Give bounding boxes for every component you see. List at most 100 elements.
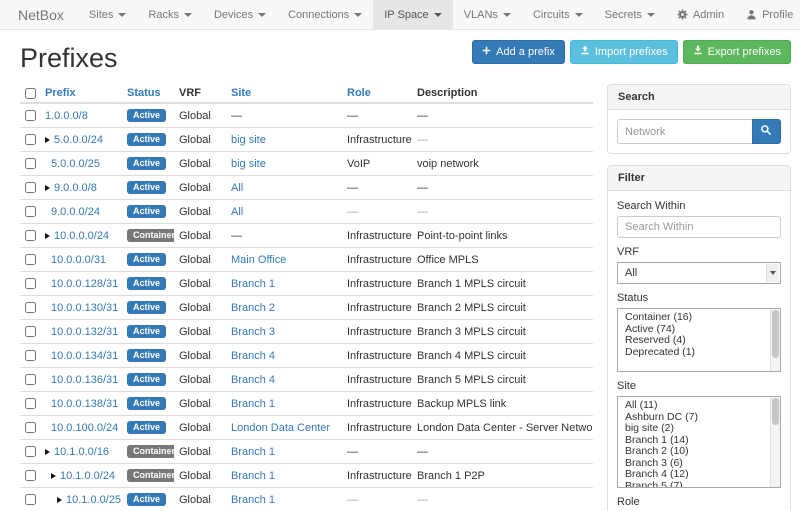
nav-sites[interactable]: Sites (78, 0, 137, 29)
row-select-cell (20, 296, 40, 320)
site-link[interactable]: Branch 1 (231, 494, 275, 506)
column-header-prefix[interactable]: Prefix (45, 87, 76, 99)
scrollbar[interactable] (770, 397, 780, 487)
status-filter-list[interactable]: Container (16)Active (74)Reserved (4)Dep… (617, 308, 781, 372)
search-input[interactable] (617, 119, 752, 144)
row-checkbox[interactable] (25, 422, 36, 433)
row-checkbox[interactable] (25, 350, 36, 361)
filter-option[interactable]: Branch 5 (7) (625, 481, 767, 489)
site-link[interactable]: Branch 2 (231, 302, 275, 314)
nav-secrets[interactable]: Secrets (594, 0, 666, 29)
site-filter-list[interactable]: All (11)Ashburn DC (7)big site (2)Branch… (617, 396, 781, 488)
prefix-link[interactable]: 5.0.0.0/25 (51, 158, 100, 170)
filter-option[interactable]: All (11) (625, 400, 767, 412)
site-link[interactable]: Branch 1 (231, 446, 275, 458)
row-checkbox[interactable] (25, 326, 36, 337)
search-within-input[interactable] (617, 216, 781, 238)
row-select-cell (20, 103, 40, 128)
search-panel: Search (607, 84, 791, 154)
filter-option[interactable]: Branch 2 (10) (625, 446, 767, 458)
row-checkbox[interactable] (25, 398, 36, 409)
site-link[interactable]: big site (231, 158, 266, 170)
prefix-link[interactable]: 5.0.0.0/24 (54, 134, 103, 146)
filter-option[interactable]: Deprecated (1) (625, 347, 767, 359)
nav-circuits[interactable]: Circuits (522, 0, 594, 29)
prefix-link[interactable]: 10.0.0.128/31 (51, 278, 118, 290)
vrf-select[interactable]: All (617, 262, 781, 284)
column-header-site[interactable]: Site (231, 87, 251, 99)
filter-option[interactable]: Ashburn DC (7) (625, 412, 767, 424)
prefix-link[interactable]: 10.1.0.0/24 (60, 470, 115, 482)
import-prefixes-button[interactable]: Import prefixes (570, 40, 678, 64)
select-all-checkbox[interactable] (25, 88, 36, 99)
prefix-link[interactable]: 10.0.0.0/24 (54, 230, 109, 242)
row-checkbox[interactable] (25, 374, 36, 385)
row-checkbox[interactable] (25, 158, 36, 169)
row-checkbox[interactable] (25, 110, 36, 121)
site-link[interactable]: Main Office (231, 254, 286, 266)
site-cell: Branch 3 (226, 320, 342, 344)
filter-option[interactable]: big site (2) (625, 423, 767, 435)
site-link[interactable]: big site (231, 134, 266, 146)
export-prefixes-button[interactable]: Export prefixes (683, 40, 791, 64)
site-link[interactable]: Branch 1 (231, 398, 275, 410)
search-button[interactable] (752, 119, 781, 144)
prefix-link[interactable]: 10.0.0.138/31 (51, 398, 118, 410)
row-checkbox[interactable] (25, 254, 36, 265)
nav-ip-space[interactable]: IP Space (373, 0, 452, 29)
row-checkbox[interactable] (25, 278, 36, 289)
filter-option[interactable]: Branch 4 (12) (625, 469, 767, 481)
filter-option[interactable]: Branch 1 (14) (625, 435, 767, 447)
filter-option[interactable]: Reserved (4) (625, 335, 767, 347)
column-header-role[interactable]: Role (347, 87, 371, 99)
vrf-label: VRF (617, 246, 781, 258)
site-link[interactable]: Branch 1 (231, 470, 275, 482)
prefix-link[interactable]: 9.0.0.0/8 (54, 182, 97, 194)
row-checkbox[interactable] (25, 182, 36, 193)
column-header-status[interactable]: Status (127, 87, 161, 99)
role-cell: Infrastructure (342, 296, 412, 320)
prefix-link[interactable]: 10.0.100.0/24 (51, 422, 118, 434)
prefix-link[interactable]: 10.0.0.0/31 (51, 254, 106, 266)
row-checkbox[interactable] (25, 230, 36, 241)
site-link[interactable]: London Data Center (231, 422, 330, 434)
brand-logo[interactable]: NetBox (10, 0, 78, 29)
chevron-down-icon (770, 271, 776, 275)
row-checkbox[interactable] (25, 470, 36, 481)
row-checkbox[interactable] (25, 302, 36, 313)
nav-admin[interactable]: Admin (666, 0, 735, 29)
nav-racks[interactable]: Racks (137, 0, 203, 29)
empty-dash: — (417, 446, 428, 458)
filter-option[interactable]: Container (16) (625, 312, 767, 324)
prefix-link[interactable]: 10.0.0.136/31 (51, 374, 118, 386)
prefix-link[interactable]: 10.1.0.0/16 (54, 446, 109, 458)
nav-profile[interactable]: Profile (735, 0, 800, 29)
prefix-link[interactable]: 10.0.0.134/31 (51, 350, 118, 362)
site-link[interactable]: All (231, 206, 243, 218)
filter-option[interactable]: Branch 3 (6) (625, 458, 767, 470)
prefix-link[interactable]: 10.0.0.130/31 (51, 302, 118, 314)
row-checkbox[interactable] (25, 446, 36, 457)
prefix-link[interactable]: 10.0.0.132/31 (51, 326, 118, 338)
row-checkbox[interactable] (25, 206, 36, 217)
site-link[interactable]: Branch 4 (231, 350, 275, 362)
role-cell: Infrastructure (342, 368, 412, 392)
nav-connections[interactable]: Connections (277, 0, 373, 29)
scrollbar[interactable] (770, 309, 780, 371)
prefix-link[interactable]: 1.0.0.0/8 (45, 110, 88, 122)
description-cell: Backup MPLS link (412, 392, 593, 416)
filter-option[interactable]: Active (74) (625, 324, 767, 336)
row-checkbox[interactable] (25, 134, 36, 145)
prefix-link[interactable]: 10.1.0.0/25 (66, 494, 121, 506)
prefix-table-container: Prefix Status VRF Site Role Description … (20, 84, 593, 511)
site-link[interactable]: Branch 1 (231, 278, 275, 290)
site-link[interactable]: Branch 4 (231, 374, 275, 386)
site-link[interactable]: Branch 3 (231, 326, 275, 338)
prefix-link[interactable]: 9.0.0.0/24 (51, 206, 100, 218)
status-cell: Container (122, 224, 174, 248)
site-link[interactable]: All (231, 182, 243, 194)
nav-devices[interactable]: Devices (203, 0, 277, 29)
add-prefix-button[interactable]: Add a prefix (472, 40, 565, 64)
row-checkbox[interactable] (25, 494, 36, 505)
nav-vlans[interactable]: VLANs (453, 0, 522, 29)
